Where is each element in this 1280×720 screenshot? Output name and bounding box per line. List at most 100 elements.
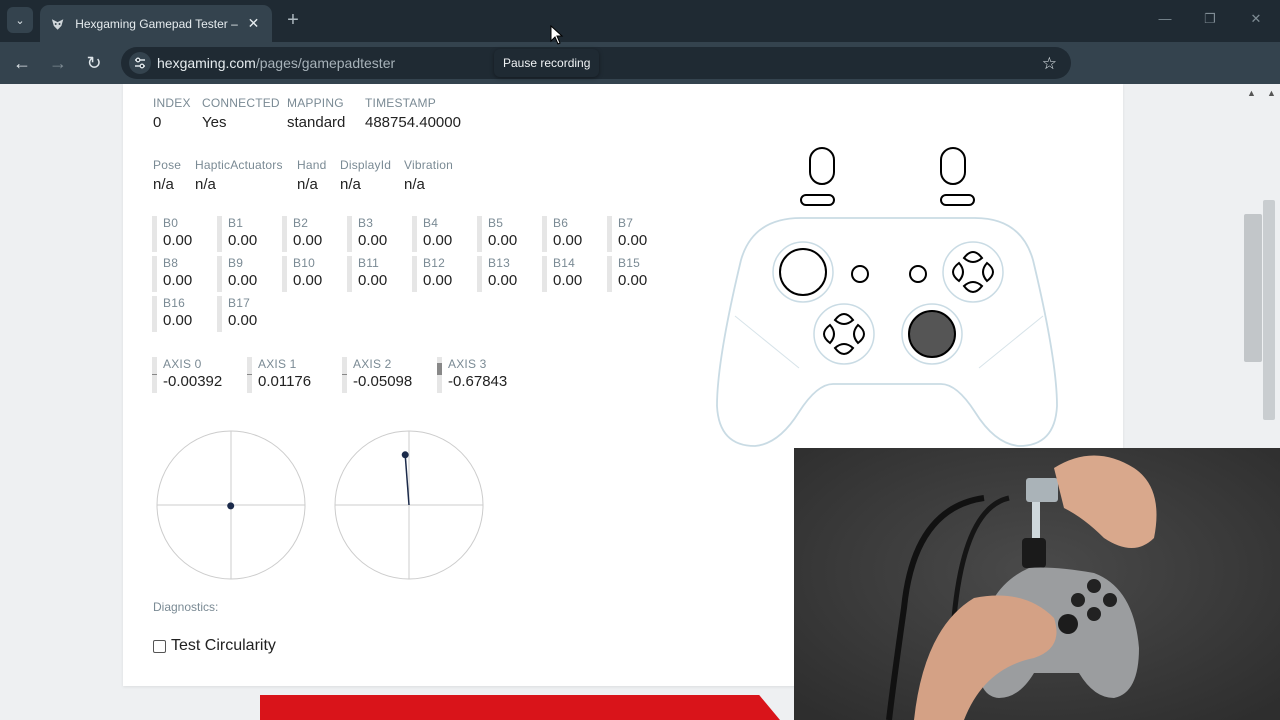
button-label: B14 <box>553 256 575 270</box>
button-label: B8 <box>163 256 179 270</box>
button-value: 0.00 <box>618 232 648 249</box>
displayid-field: DisplayId n/a <box>340 158 391 193</box>
axis-level-bar <box>437 363 442 375</box>
mapping-value: standard <box>287 114 346 131</box>
controller-body-outline <box>716 217 1058 447</box>
button-b0: B0 0.00 <box>152 216 212 252</box>
button-b16: B16 0.00 <box>152 296 212 332</box>
axis-level-bar <box>247 374 252 375</box>
displayid-label: DisplayId <box>340 158 392 172</box>
button-label: B3 <box>358 216 374 230</box>
haptic-label: HapticActuators <box>195 158 283 172</box>
bookmark-star-icon[interactable]: ☆ <box>1042 54 1057 74</box>
scrollbar-thumb[interactable] <box>1244 214 1262 362</box>
vibration-label: Vibration <box>404 158 453 172</box>
button-value: 0.00 <box>228 312 258 329</box>
url-path: /pages/gamepadtester <box>255 55 396 71</box>
face-button-bottom <box>962 281 984 293</box>
test-circularity-row[interactable]: Test Circularity <box>153 637 276 655</box>
button-value: 0.00 <box>293 272 323 289</box>
button-label: B11 <box>358 256 380 270</box>
dpad-down <box>833 343 855 355</box>
button-label: B17 <box>228 296 250 310</box>
right-stick-dot <box>401 451 409 459</box>
button-b12: B12 0.00 <box>412 256 472 292</box>
mouse-cursor-icon <box>550 25 564 45</box>
button-value: 0.00 <box>358 272 388 289</box>
button-b14: B14 0.00 <box>542 256 602 292</box>
connected-value: Yes <box>202 114 227 131</box>
button-label: B6 <box>553 216 569 230</box>
face-button-left <box>952 261 964 283</box>
button-value: 0.00 <box>423 232 453 249</box>
button-value: 0.00 <box>228 272 258 289</box>
button-value: 0.00 <box>163 272 193 289</box>
button-value: 0.00 <box>228 232 258 249</box>
right-trigger <box>940 147 966 185</box>
back-arrow-icon[interactable]: ← <box>9 50 35 76</box>
button-value: 0.00 <box>163 232 193 249</box>
dpad-group <box>823 313 865 355</box>
left-stick-dot <box>227 502 235 510</box>
button-b2: B2 0.00 <box>282 216 342 252</box>
button-label: B15 <box>618 256 640 270</box>
test-circularity-checkbox[interactable] <box>153 639 166 653</box>
hand-field: Hand n/a <box>297 158 327 193</box>
button-label: B5 <box>488 216 504 230</box>
button-value: 0.00 <box>358 232 388 249</box>
tab-search-chevron-down-icon[interactable]: ⌄ <box>7 7 33 33</box>
button-label: B9 <box>228 256 244 270</box>
button-value: 0.00 <box>488 272 518 289</box>
button-b17: B17 0.00 <box>217 296 277 332</box>
axis-label: AXIS 0 <box>163 357 202 371</box>
tab-close-icon[interactable]: ✕ <box>245 15 262 32</box>
index-label: INDEX <box>153 96 191 110</box>
minimize-icon[interactable]: — <box>1155 11 1175 26</box>
dpad-up <box>833 313 855 325</box>
webcam-overlay <box>794 448 1280 720</box>
scroll-up-icon-outer[interactable]: ▲ <box>1267 88 1276 98</box>
active-tab[interactable]: Hexgaming Gamepad Tester – H ✕ <box>40 5 272 42</box>
site-settings-icon[interactable] <box>129 52 151 74</box>
right-stick-cap <box>908 310 956 358</box>
connected-label: CONNECTED <box>202 96 280 110</box>
dpad-right <box>853 323 865 345</box>
forward-arrow-icon[interactable]: → <box>45 50 71 76</box>
browser-toolbar: ← → ↻ hexgaming.com/pages/gamepadtester … <box>0 42 1280 114</box>
right-stick-vector <box>404 454 410 506</box>
haptic-field: HapticActuators n/a <box>195 158 283 193</box>
button-label: B2 <box>293 216 309 230</box>
button-label: B1 <box>228 216 244 230</box>
button-b7: B7 0.00 <box>607 216 667 252</box>
mapping-label: MAPPING <box>287 96 344 110</box>
tab-title: Hexgaming Gamepad Tester – H <box>75 16 239 31</box>
axis-3: AXIS 3 -0.67843 <box>437 357 527 393</box>
connected-field: CONNECTED Yes <box>202 96 280 131</box>
view-button <box>851 265 869 283</box>
left-bumper <box>800 194 835 206</box>
button-b13: B13 0.00 <box>477 256 537 292</box>
index-field: INDEX 0 <box>153 96 191 131</box>
restore-icon[interactable]: ❐ <box>1200 11 1220 27</box>
webcam-scene-image <box>794 448 1280 720</box>
button-label: B0 <box>163 216 179 230</box>
vibration-value: n/a <box>404 176 425 193</box>
button-label: B10 <box>293 256 315 270</box>
new-tab-button[interactable]: + <box>282 9 304 32</box>
hand-label: Hand <box>297 158 327 172</box>
test-circularity-label[interactable]: Test Circularity <box>171 637 276 655</box>
scroll-up-icon[interactable]: ▲ <box>1247 88 1256 98</box>
scrollbar-thumb-outer[interactable] <box>1263 200 1275 420</box>
haptic-value: n/a <box>195 176 216 193</box>
reload-icon[interactable]: ↻ <box>81 50 107 76</box>
axis-value: 0.01176 <box>258 373 312 390</box>
promo-banner[interactable] <box>260 695 780 720</box>
window-close-icon[interactable]: ✕ <box>1246 11 1266 27</box>
axis-2: AXIS 2 -0.05098 <box>342 357 432 393</box>
button-b4: B4 0.00 <box>412 216 472 252</box>
tune-icon <box>135 57 145 69</box>
left-trigger <box>809 147 835 185</box>
timestamp-label: TIMESTAMP <box>365 96 436 110</box>
pose-label: Pose <box>153 158 182 172</box>
face-buttons-group <box>952 251 994 293</box>
